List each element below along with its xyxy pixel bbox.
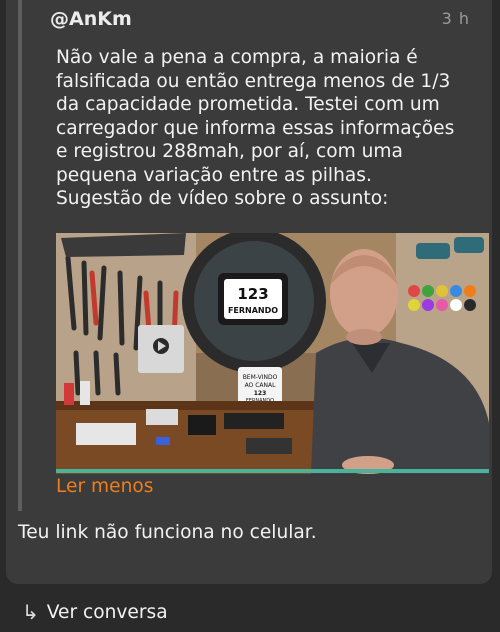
svg-text:AO CANAL: AO CANAL: [245, 382, 277, 389]
read-less-link[interactable]: Ler menos: [56, 476, 153, 497]
svg-text:FERNANDO: FERNANDO: [228, 306, 278, 315]
reply-arrow-icon: ↳: [22, 600, 39, 624]
comment-text: Não vale a pena a compra, a maioria é fa…: [56, 47, 455, 209]
quoted-comment: @AnKm 3 h Não vale a pena a compra, a ma…: [18, 0, 489, 511]
video-progress-bar: [56, 469, 489, 473]
comment-author[interactable]: @AnKm: [50, 8, 132, 30]
svg-text:123: 123: [237, 285, 268, 303]
svg-text:BEM-VINDO: BEM-VINDO: [243, 374, 278, 381]
video-thumbnail[interactable]: 123 FERNANDO BEM-VINDO AO CANAL 123 FERN…: [56, 233, 489, 474]
comment-card: @AnKm 3 h Não vale a pena a compra, a ma…: [6, 0, 492, 584]
view-conversation-button[interactable]: ↳ Ver conversa: [22, 600, 168, 624]
video-thumbnail-image: 123 FERNANDO BEM-VINDO AO CANAL 123 FERN…: [56, 233, 489, 474]
reply-text: Teu link não funciona no celular.: [18, 522, 317, 543]
view-conversation-label: Ver conversa: [46, 601, 168, 623]
comment-time: 3 h: [441, 9, 470, 28]
svg-text:123: 123: [254, 390, 267, 397]
